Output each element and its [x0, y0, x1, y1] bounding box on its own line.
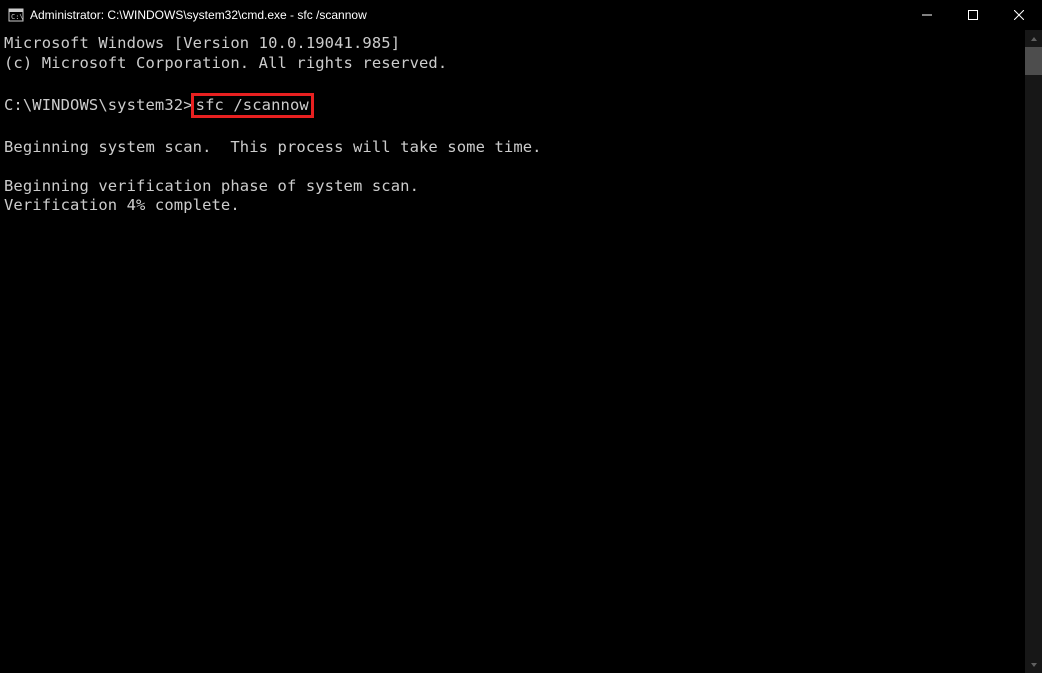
command-highlight: sfc /scannow [191, 93, 314, 119]
console-line: Microsoft Windows [Version 10.0.19041.98… [4, 34, 400, 52]
console-line: Beginning system scan. This process will… [4, 138, 542, 156]
cmd-icon: C:\ [8, 7, 24, 23]
scroll-down-arrow-icon[interactable] [1025, 656, 1042, 673]
close-button[interactable] [996, 0, 1042, 30]
svg-text:C:\: C:\ [11, 13, 24, 21]
scrollbar-thumb[interactable] [1025, 47, 1042, 75]
console-prompt: C:\WINDOWS\system32> [4, 96, 193, 114]
vertical-scrollbar[interactable] [1025, 30, 1042, 673]
minimize-button[interactable] [904, 0, 950, 30]
console-line: Beginning verification phase of system s… [4, 177, 419, 195]
window-title: Administrator: C:\WINDOWS\system32\cmd.e… [30, 8, 904, 22]
console-output[interactable]: Microsoft Windows [Version 10.0.19041.98… [0, 30, 1025, 673]
window-controls [904, 0, 1042, 30]
scroll-up-arrow-icon[interactable] [1025, 30, 1042, 47]
window-titlebar[interactable]: C:\ Administrator: C:\WINDOWS\system32\c… [0, 0, 1042, 30]
entered-command: sfc /scannow [196, 96, 309, 114]
console-line: (c) Microsoft Corporation. All rights re… [4, 54, 447, 72]
scrollbar-track[interactable] [1025, 47, 1042, 656]
console-line: Verification 4% complete. [4, 196, 240, 214]
maximize-button[interactable] [950, 0, 996, 30]
